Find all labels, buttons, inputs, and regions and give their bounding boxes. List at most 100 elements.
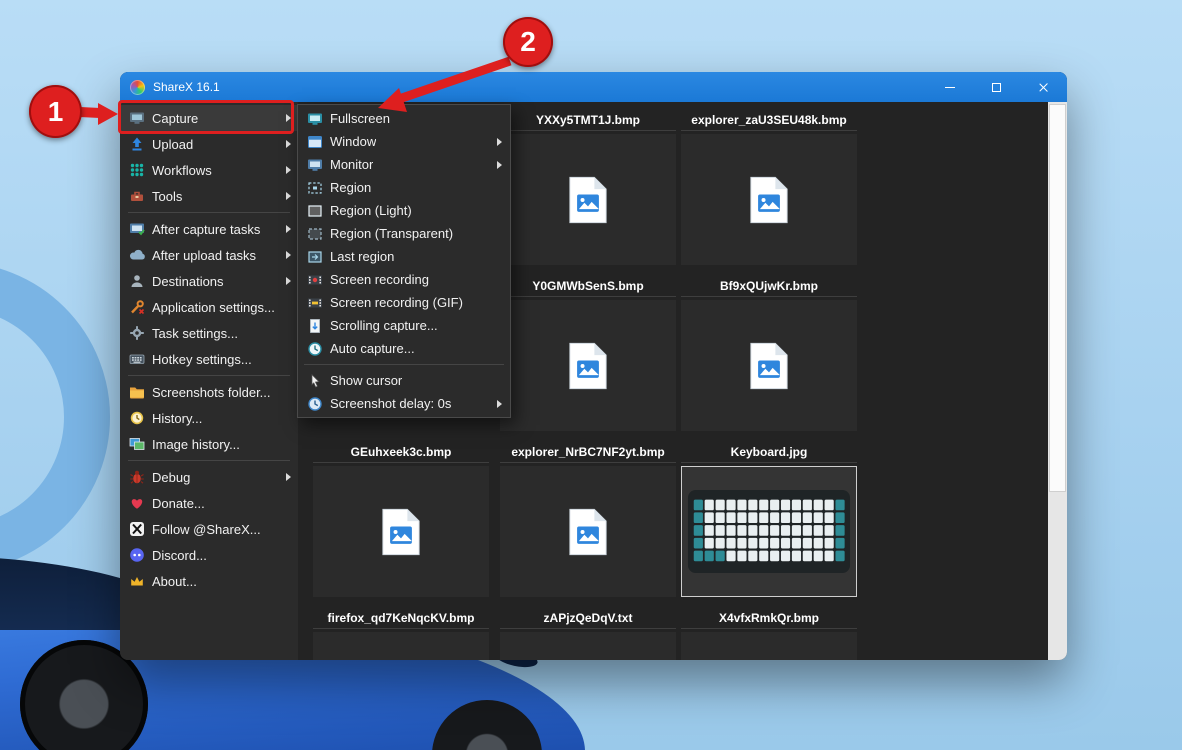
region-icon bbox=[307, 180, 323, 196]
thumbnail-geuhxeek3c-bmp[interactable]: GEuhxeek3c.bmp bbox=[313, 444, 489, 597]
menu-item-image-history[interactable]: Image history... bbox=[120, 431, 298, 457]
menu-separator bbox=[128, 212, 290, 213]
submenu-item-show-cursor[interactable]: Show cursor bbox=[298, 369, 510, 392]
donate-icon bbox=[129, 495, 145, 511]
image-history-icon bbox=[129, 436, 145, 452]
history-icon bbox=[129, 410, 145, 426]
scrolling-capture-icon bbox=[307, 318, 323, 334]
menu-item-screenshots-folder[interactable]: Screenshots folder... bbox=[120, 379, 298, 405]
region-light-icon bbox=[307, 203, 323, 219]
submenu-item-window[interactable]: Window bbox=[298, 130, 510, 153]
menu-item-follow-sharex[interactable]: Follow @ShareX... bbox=[120, 516, 298, 542]
submenu-arrow-icon bbox=[286, 114, 291, 122]
thumbnail-bf9xqujwkr-bmp[interactable]: Bf9xQUjwKr.bmp bbox=[681, 278, 857, 431]
sharex-window: ShareX 16.1 Capture Upload Workflows Tools A… bbox=[120, 72, 1067, 660]
submenu-item-label: Region (Light) bbox=[330, 203, 412, 218]
submenu-item-label: Fullscreen bbox=[330, 111, 390, 126]
thumbnail-filename: zAPjzQeDqV.txt bbox=[500, 610, 676, 629]
auto-capture-icon bbox=[307, 341, 323, 357]
maximize-button[interactable] bbox=[973, 72, 1020, 102]
after-upload-icon bbox=[129, 247, 145, 263]
submenu-arrow-icon bbox=[286, 166, 291, 174]
submenu-item-label: Window bbox=[330, 134, 377, 149]
close-button[interactable] bbox=[1020, 72, 1067, 102]
thumbnail-yxxy5tmt1j-bmp[interactable]: YXXy5TMT1J.bmp bbox=[500, 112, 676, 265]
thumbnail-zapjzqedqv-txt[interactable]: zAPjzQeDqV.txt bbox=[500, 610, 676, 660]
submenu-item-screenshot-delay-0s[interactable]: Screenshot delay: 0s bbox=[298, 392, 510, 415]
menu-separator bbox=[128, 460, 290, 461]
monitor-icon bbox=[307, 157, 323, 173]
thumbnail-filename: explorer_NrBC7NF2yt.bmp bbox=[500, 444, 676, 463]
task-settings-icon bbox=[129, 325, 145, 341]
menu-item-label: Image history... bbox=[152, 436, 240, 452]
submenu-item-auto-capture[interactable]: Auto capture... bbox=[298, 337, 510, 360]
menu-item-after-upload-tasks[interactable]: After upload tasks bbox=[120, 242, 298, 268]
vertical-scrollbar[interactable] bbox=[1048, 102, 1067, 660]
thumbnail-preview bbox=[500, 300, 676, 431]
submenu-item-label: Screen recording bbox=[330, 272, 429, 287]
submenu-item-region-light[interactable]: Region (Light) bbox=[298, 199, 510, 222]
fullscreen-icon bbox=[307, 111, 323, 127]
menu-item-label: Discord... bbox=[152, 547, 207, 563]
submenu-item-label: Last region bbox=[330, 249, 395, 264]
main-menu: Capture Upload Workflows Tools After capture… bbox=[120, 102, 298, 660]
thumbnail-firefox-qd7kenqckv-bmp[interactable]: firefox_qd7KeNqcKV.bmp bbox=[313, 610, 489, 660]
thumbnail-explorer-nrbc7nf2yt-bmp[interactable]: explorer_NrBC7NF2yt.bmp bbox=[500, 444, 676, 597]
image-file-icon bbox=[569, 342, 607, 389]
thumbnail-preview bbox=[681, 300, 857, 431]
submenu-item-screen-recording[interactable]: Screen recording bbox=[298, 268, 510, 291]
image-file-icon bbox=[569, 508, 607, 555]
menu-item-label: Follow @ShareX... bbox=[152, 521, 261, 537]
titlebar[interactable]: ShareX 16.1 bbox=[120, 72, 1067, 102]
window-title: ShareX 16.1 bbox=[153, 80, 220, 94]
capture-icon bbox=[129, 110, 145, 126]
submenu-item-last-region[interactable]: Last region bbox=[298, 245, 510, 268]
image-file-icon bbox=[569, 176, 607, 223]
image-file-icon bbox=[750, 342, 788, 389]
menu-item-destinations[interactable]: Destinations bbox=[120, 268, 298, 294]
thumbnail-y0gmwbsens-bmp[interactable]: Y0GMWbSenS.bmp bbox=[500, 278, 676, 431]
thumbnail-preview bbox=[681, 466, 857, 597]
menu-item-about[interactable]: About... bbox=[120, 568, 298, 594]
submenu-item-label: Scrolling capture... bbox=[330, 318, 438, 333]
thumbnail-explorer-zau3seu48k-bmp[interactable]: explorer_zaU3SEU48k.bmp bbox=[681, 112, 857, 265]
discord-icon bbox=[129, 547, 145, 563]
submenu-item-screen-recording-gif[interactable]: Screen recording (GIF) bbox=[298, 291, 510, 314]
minimize-button[interactable] bbox=[926, 72, 973, 102]
submenu-item-fullscreen[interactable]: Fullscreen bbox=[298, 107, 510, 130]
menu-item-workflows[interactable]: Workflows bbox=[120, 157, 298, 183]
menu-item-application-settings[interactable]: Application settings... bbox=[120, 294, 298, 320]
menu-item-history[interactable]: History... bbox=[120, 405, 298, 431]
menu-item-label: About... bbox=[152, 573, 197, 589]
sharex-logo-icon bbox=[130, 79, 145, 95]
menu-item-upload[interactable]: Upload bbox=[120, 131, 298, 157]
submenu-item-region[interactable]: Region bbox=[298, 176, 510, 199]
menu-item-label: Destinations bbox=[152, 273, 224, 289]
menu-item-label: After capture tasks bbox=[152, 221, 261, 237]
menu-item-hotkey-settings[interactable]: Hotkey settings... bbox=[120, 346, 298, 372]
menu-item-discord[interactable]: Discord... bbox=[120, 542, 298, 568]
thumbnail-preview bbox=[500, 632, 676, 660]
menu-item-after-capture-tasks[interactable]: After capture tasks bbox=[120, 216, 298, 242]
menu-item-label: After upload tasks bbox=[152, 247, 257, 263]
screen-recording-icon bbox=[307, 272, 323, 288]
annotation-arrow-1 bbox=[79, 103, 118, 125]
menu-item-debug[interactable]: Debug bbox=[120, 464, 298, 490]
submenu-arrow-icon bbox=[286, 225, 291, 233]
thumbnail-filename: firefox_qd7KeNqcKV.bmp bbox=[313, 610, 489, 629]
thumbnail-x4vfxrmkqr-bmp[interactable]: X4vfxRmkQr.bmp bbox=[681, 610, 857, 660]
submenu-arrow-icon bbox=[497, 137, 502, 146]
scrollbar-thumb[interactable] bbox=[1049, 104, 1066, 492]
about-icon bbox=[129, 573, 145, 589]
menu-item-task-settings[interactable]: Task settings... bbox=[120, 320, 298, 346]
submenu-item-label: Screenshot delay: 0s bbox=[330, 396, 452, 411]
submenu-item-scrolling-capture[interactable]: Scrolling capture... bbox=[298, 314, 510, 337]
submenu-item-monitor[interactable]: Monitor bbox=[298, 153, 510, 176]
menu-item-tools[interactable]: Tools bbox=[120, 183, 298, 209]
menu-item-capture[interactable]: Capture bbox=[120, 105, 298, 131]
thumbnail-keyboard-jpg[interactable]: Keyboard.jpg bbox=[681, 444, 857, 597]
menu-item-donate[interactable]: Donate... bbox=[120, 490, 298, 516]
submenu-item-label: Region (Transparent) bbox=[330, 226, 454, 241]
submenu-item-region-transparent[interactable]: Region (Transparent) bbox=[298, 222, 510, 245]
capture-submenu: Fullscreen Window Monitor Region Region (Lig… bbox=[297, 104, 511, 418]
